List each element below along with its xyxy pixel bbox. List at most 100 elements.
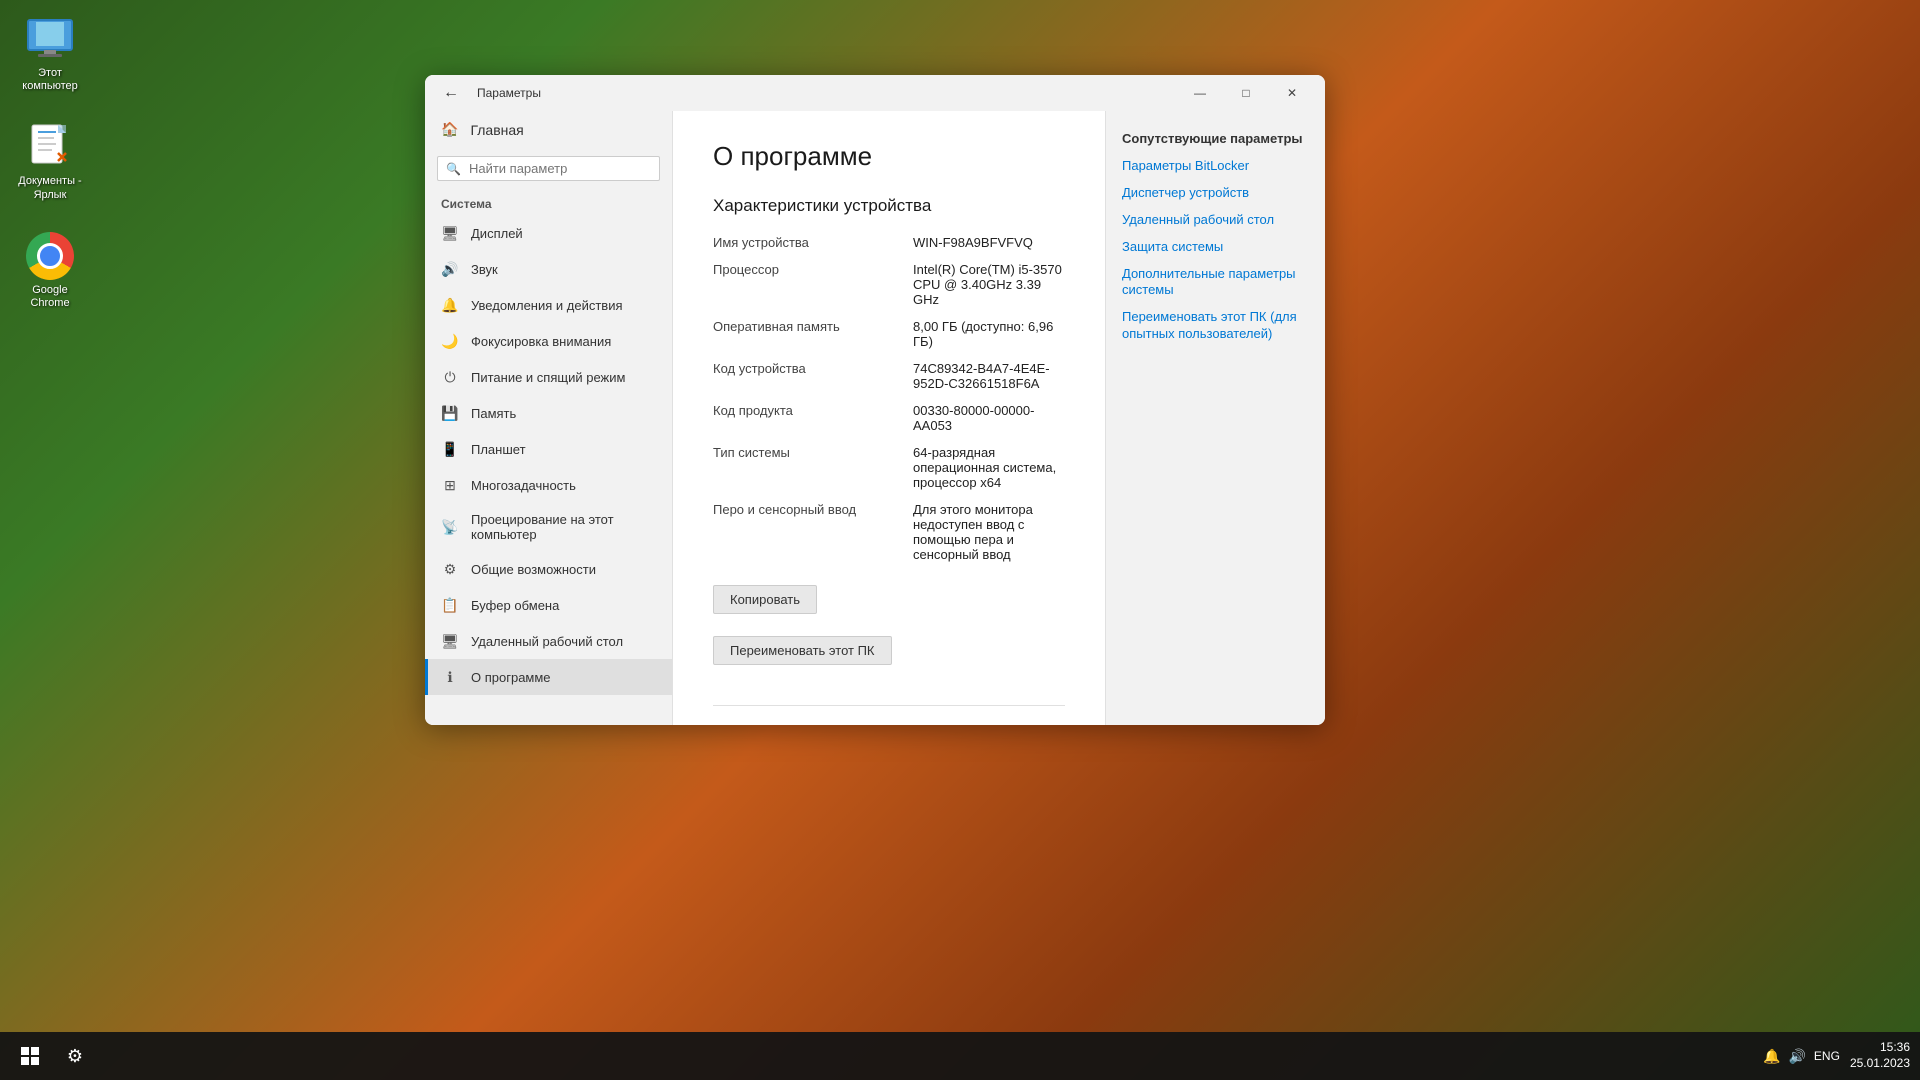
label-pen-touch: Перо и сенсорный ввод <box>713 499 913 565</box>
documents-icon[interactable]: Документы - Ярлык <box>10 118 90 206</box>
taskbar: ⚙ 🔔 🔊 ENG 15:36 25.01.2023 <box>0 1032 1920 1080</box>
sound-label: Звук <box>471 262 498 277</box>
close-button[interactable]: ✕ <box>1269 75 1315 111</box>
label-device-name: Имя устройства <box>713 232 913 253</box>
value-device-code: 74C89342-B4A7-4E4E-952D-C32661518F6A <box>913 358 1065 394</box>
multitasking-label: Многозадачность <box>471 478 576 493</box>
maximize-button[interactable]: □ <box>1223 75 1269 111</box>
minimize-button[interactable]: — <box>1177 75 1223 111</box>
home-label: Главная <box>470 122 523 138</box>
sidebar-item-multitasking[interactable]: ⊞ Многозадачность <box>425 467 672 503</box>
rename-pc-button[interactable]: Переименовать этот ПК <box>713 636 892 665</box>
date: 25.01.2023 <box>1850 1056 1910 1072</box>
main-content: О программе Характеристики устройства Им… <box>673 111 1105 725</box>
clipboard-icon: 📋 <box>441 596 459 614</box>
related-link-device-manager[interactable]: Диспетчер устройств <box>1122 185 1309 202</box>
back-button[interactable]: ← <box>435 77 467 109</box>
notifications-label: Уведомления и действия <box>471 298 623 313</box>
sidebar-item-notifications[interactable]: 🔔 Уведомления и действия <box>425 287 672 323</box>
sidebar-item-tablet[interactable]: 📱 Планшет <box>425 431 672 467</box>
accessibility-label: Общие возможности <box>471 562 596 577</box>
device-info-grid: Имя устройства WIN-F98A9BFVFVQ Процессор… <box>713 232 1065 565</box>
chrome-icon[interactable]: Google Chrome <box>10 227 90 315</box>
sidebar-item-power[interactable]: ⏻ Питание и спящий режим <box>425 359 672 395</box>
time: 15:36 <box>1850 1040 1910 1056</box>
accessibility-icon: ⚙ <box>441 560 459 578</box>
related-link-advanced-settings[interactable]: Дополнительные параметры системы <box>1122 266 1309 300</box>
right-panel: Сопутствующие параметры Параметры BitLoc… <box>1105 111 1325 725</box>
home-icon: 🏠 <box>441 121 458 138</box>
power-label: Питание и спящий режим <box>471 370 625 385</box>
taskbar-right: 🔔 🔊 ENG 15:36 25.01.2023 <box>1763 1040 1910 1071</box>
sidebar-item-projecting[interactable]: 📡 Проецирование на этот компьютер <box>425 503 672 551</box>
label-system-type: Тип системы <box>713 442 913 493</box>
copy-device-button[interactable]: Копировать <box>713 585 817 614</box>
device-section-title: Характеристики устройства <box>713 196 1065 216</box>
value-device-name: WIN-F98A9BFVFVQ <box>913 232 1065 253</box>
documents-label: Документы - Ярлык <box>15 175 85 201</box>
related-link-bitlocker[interactable]: Параметры BitLocker <box>1122 158 1309 175</box>
taskbar-left: ⚙ <box>10 1036 95 1076</box>
search-box[interactable]: 🔍 <box>437 156 660 181</box>
focus-icon: 🌙 <box>441 332 459 350</box>
about-icon: ℹ <box>441 668 459 686</box>
remote-label: Удаленный рабочий стол <box>471 634 623 649</box>
sidebar: 🏠 Главная 🔍 Система 🖥 Дисплей 🔊 Звук <box>425 111 673 725</box>
window-titlebar: ← Параметры — □ ✕ <box>425 75 1325 111</box>
device-buttons: Копировать <box>713 585 1065 624</box>
notifications-tray-icon[interactable]: 🔔 <box>1763 1048 1780 1065</box>
display-label: Дисплей <box>471 226 523 241</box>
sidebar-item-focus[interactable]: 🌙 Фокусировка внимания <box>425 323 672 359</box>
value-processor: Intel(R) Core(TM) i5-3570 CPU @ 3.40GHz … <box>913 259 1065 310</box>
search-icon: 🔍 <box>446 162 461 176</box>
sidebar-item-remote[interactable]: 🖥 Удаленный рабочий стол <box>425 623 672 659</box>
storage-label: Память <box>471 406 516 421</box>
remote-icon: 🖥 <box>441 632 459 650</box>
multitasking-icon: ⊞ <box>441 476 459 494</box>
sidebar-item-about[interactable]: ℹ О программе <box>425 659 672 695</box>
settings-window: ← Параметры — □ ✕ 🏠 Главная 🔍 Сис <box>425 75 1325 725</box>
sidebar-item-display[interactable]: 🖥 Дисплей <box>425 215 672 251</box>
language-indicator[interactable]: ENG <box>1814 1049 1840 1063</box>
projecting-label: Проецирование на этот компьютер <box>471 512 656 542</box>
section-divider <box>713 705 1065 706</box>
label-product-code: Код продукта <box>713 400 913 436</box>
system-tray: 🔔 🔊 ENG <box>1763 1048 1840 1065</box>
sidebar-item-clipboard[interactable]: 📋 Буфер обмена <box>425 587 672 623</box>
desktop-icons: Этот компьютер Документы - Ярлык <box>10 10 90 315</box>
this-pc-icon[interactable]: Этот компьютер <box>10 10 90 98</box>
settings-taskbar-button[interactable]: ⚙ <box>55 1036 95 1076</box>
search-input[interactable] <box>469 161 651 176</box>
window-controls: — □ ✕ <box>1177 75 1315 111</box>
sidebar-home[interactable]: 🏠 Главная <box>425 111 672 148</box>
tablet-label: Планшет <box>471 442 526 457</box>
sidebar-item-sound[interactable]: 🔊 Звук <box>425 251 672 287</box>
related-link-system-protection[interactable]: Защита системы <box>1122 239 1309 256</box>
projecting-icon: 📡 <box>441 518 459 536</box>
page-title: О программе <box>713 141 1065 172</box>
sound-icon: 🔊 <box>441 260 459 278</box>
display-icon: 🖥 <box>441 224 459 242</box>
storage-icon: 💾 <box>441 404 459 422</box>
chrome-label: Google Chrome <box>15 284 85 310</box>
window-content: 🏠 Главная 🔍 Система 🖥 Дисплей 🔊 Звук <box>425 111 1325 725</box>
label-processor: Процессор <box>713 259 913 310</box>
value-pen-touch: Для этого монитора недоступен ввод с пом… <box>913 499 1065 565</box>
clock[interactable]: 15:36 25.01.2023 <box>1850 1040 1910 1071</box>
power-icon: ⏻ <box>441 368 459 386</box>
related-link-remote-desktop[interactable]: Удаленный рабочий стол <box>1122 212 1309 229</box>
sidebar-item-storage[interactable]: 💾 Память <box>425 395 672 431</box>
this-pc-label: Этот компьютер <box>15 67 85 93</box>
related-link-rename-advanced[interactable]: Переименовать этот ПК (для опытных польз… <box>1122 309 1309 343</box>
start-button[interactable] <box>10 1036 50 1076</box>
speaker-icon[interactable]: 🔊 <box>1788 1048 1805 1065</box>
about-label: О программе <box>471 670 551 685</box>
tablet-icon: 📱 <box>441 440 459 458</box>
value-ram: 8,00 ГБ (доступно: 6,96 ГБ) <box>913 316 1065 352</box>
desktop: Этот компьютер Документы - Ярлык <box>0 0 1920 1080</box>
section-system-label: Система <box>425 189 672 215</box>
window-title: Параметры <box>477 86 541 100</box>
notifications-icon: 🔔 <box>441 296 459 314</box>
label-ram: Оперативная память <box>713 316 913 352</box>
sidebar-item-accessibility[interactable]: ⚙ Общие возможности <box>425 551 672 587</box>
